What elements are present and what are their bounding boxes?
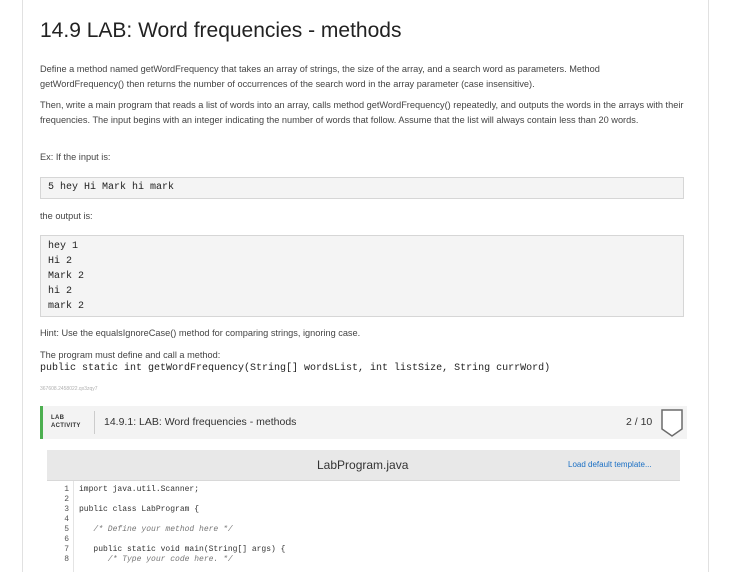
lab-activity-title: 14.9.1: LAB: Word frequencies - methods [104,416,297,428]
code-editor-panel: LabProgram.java Load default template...… [47,450,680,572]
line-number: 2 [64,495,69,504]
example-intro: Ex: If the input is: [40,150,685,165]
code-line-comment: /* Type your code here. */ [79,555,233,564]
lab-score: 2 / 10 [626,416,653,428]
output-line: hi 2 [48,286,73,297]
code-line-comment: /* Define your method here */ [79,525,233,534]
lab-tag-line2: ACTIVITY [51,423,81,429]
line-number: 3 [64,505,69,514]
content-id-text: 367608.2458022.qx3zqy7 [40,386,98,392]
output-line: hey 1 [48,241,79,252]
line-number-gutter: 1 2 3 4 5 6 7 8 [47,481,74,572]
output-label-text: the output is: [40,211,93,221]
line-number: 6 [64,535,69,544]
method-requirement: The program must define and call a metho… [40,348,685,363]
example-intro-text: Ex: If the input is: [40,152,111,162]
input-example-line: 5 hey Hi Mark hi mark [48,182,175,193]
code-editor[interactable]: 1 2 3 4 5 6 7 8 import java.util.Scanner… [47,481,680,572]
hint-text: Hint: Use the equalsIgnoreCase() method … [40,326,685,341]
load-default-template-link[interactable]: Load default template... [568,460,652,469]
description-paragraph-2: Then, write a main program that reads a … [40,98,685,127]
lab-tag-line1: LAB [51,415,65,421]
method-signature: public static int getWordFrequency(Strin… [40,363,551,374]
line-number: 4 [64,515,69,524]
output-label: the output is: [40,209,685,224]
completion-badge-icon [661,409,683,437]
code-line: public class LabProgram { [79,505,200,514]
output-line: mark 2 [48,301,85,312]
input-example-box: 5 hey Hi Mark hi mark [40,177,684,199]
output-line: Hi 2 [48,256,73,267]
description-text-1: Define a method named getWordFrequency t… [40,64,600,89]
output-line: Mark 2 [48,271,85,282]
page-title: 14.9 LAB: Word frequencies - methods [40,19,402,42]
lab-activity-header: LAB ACTIVITY 14.9.1: LAB: Word frequenci… [40,406,687,439]
line-number: 8 [64,555,69,564]
line-number: 5 [64,525,69,534]
line-number: 7 [64,545,69,554]
method-requirement-text: The program must define and call a metho… [40,350,221,360]
description-paragraph-1: Define a method named getWordFrequency t… [40,62,685,91]
code-line: public static void main(String[] args) { [79,545,286,554]
code-line: import java.util.Scanner; [79,485,200,494]
editor-header: LabProgram.java Load default template... [47,450,680,481]
editor-filename: LabProgram.java [317,458,409,472]
line-number: 1 [64,485,69,494]
output-example-box: hey 1 Hi 2 Mark 2 hi 2 mark 2 [40,235,684,317]
lab-header-divider [94,411,95,434]
description-text-2: Then, write a main program that reads a … [40,100,684,125]
hint-content: Hint: Use the equalsIgnoreCase() method … [40,328,361,338]
lab-activity-tag: LAB ACTIVITY [51,414,81,430]
